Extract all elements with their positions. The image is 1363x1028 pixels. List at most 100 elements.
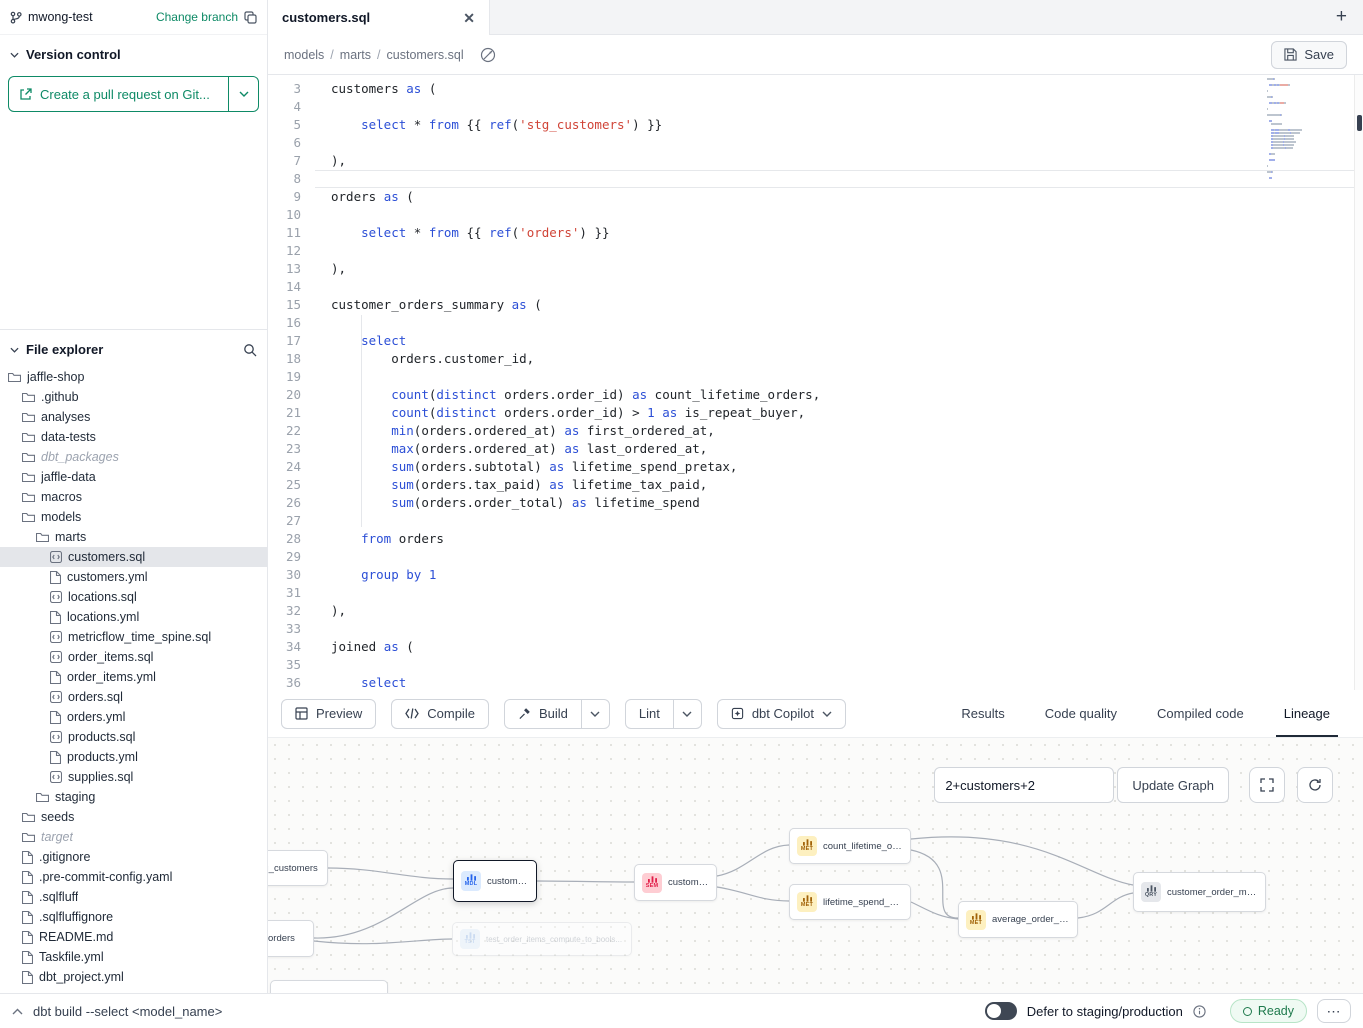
tree-item-Taskfile.yml[interactable]: Taskfile.yml bbox=[0, 947, 267, 967]
tree-item-dbt-packages[interactable]: dbt_packages bbox=[0, 447, 267, 467]
tab-results[interactable]: Results bbox=[941, 690, 1024, 737]
breadcrumb-item-customers.sql[interactable]: customers.sql bbox=[387, 48, 464, 62]
status-badge[interactable]: Ready bbox=[1230, 999, 1307, 1023]
tree-item-analyses[interactable]: analyses bbox=[0, 407, 267, 427]
code-line-29[interactable] bbox=[315, 548, 1363, 566]
more-menu-button[interactable]: ⋯ bbox=[1317, 999, 1351, 1023]
code-line-13[interactable]: ), bbox=[315, 260, 1363, 278]
code-line-9[interactable]: orders as ( bbox=[315, 188, 1363, 206]
tree-item-marts[interactable]: marts bbox=[0, 527, 267, 547]
info-icon[interactable] bbox=[1193, 1005, 1206, 1018]
code-line-21[interactable]: count(distinct orders.order_id) > 1 as i… bbox=[315, 404, 1363, 422]
code-line-3[interactable]: customers as ( bbox=[315, 80, 1363, 98]
lineage-node-lifetime_spend_pretax[interactable]: METlifetime_spend_pretax bbox=[789, 884, 911, 920]
tab-compiled-code[interactable]: Compiled code bbox=[1137, 690, 1264, 737]
tree-item-dbt-project.yml[interactable]: dbt_project.yml bbox=[0, 967, 267, 987]
tree-item-data-tests[interactable]: data-tests bbox=[0, 427, 267, 447]
tree-item-README.md[interactable]: README.md bbox=[0, 927, 267, 947]
build-button[interactable]: Build bbox=[505, 700, 581, 728]
tree-item-metricflow-time-spine.sql[interactable]: metricflow_time_spine.sql bbox=[0, 627, 267, 647]
lineage-node-customers[interactable]: MDLcustomers bbox=[453, 860, 537, 902]
code-line-31[interactable] bbox=[315, 584, 1363, 602]
build-dropdown[interactable] bbox=[581, 700, 609, 728]
lineage-node-orders[interactable]: MDLorders bbox=[268, 920, 314, 957]
code-line-10[interactable] bbox=[315, 206, 1363, 224]
code-line-24[interactable]: sum(orders.subtotal) as lifetime_spend_p… bbox=[315, 458, 1363, 476]
code-line-12[interactable] bbox=[315, 242, 1363, 260]
tree-item-customers.yml[interactable]: customers.yml bbox=[0, 567, 267, 587]
new-tab-button[interactable]: + bbox=[1336, 6, 1347, 28]
tree-item-locations.yml[interactable]: locations.yml bbox=[0, 607, 267, 627]
code-line-34[interactable]: joined as ( bbox=[315, 638, 1363, 656]
lineage-node-customer_order_metrics[interactable]: QRYcustomer_order_metrics bbox=[1133, 872, 1266, 912]
fullscreen-button[interactable] bbox=[1249, 767, 1285, 803]
tree-item-locations.sql[interactable]: locations.sql bbox=[0, 587, 267, 607]
tree-item-supplies.sql[interactable]: supplies.sql bbox=[0, 767, 267, 787]
code-line-16[interactable] bbox=[315, 314, 1363, 332]
tree-item-staging[interactable]: staging bbox=[0, 787, 267, 807]
code-line-35[interactable] bbox=[315, 656, 1363, 674]
code-line-8[interactable] bbox=[315, 170, 1363, 188]
code-line-36[interactable]: select bbox=[315, 674, 1363, 690]
tree-item-order-items.yml[interactable]: order_items.yml bbox=[0, 667, 267, 687]
lineage-node-test_order_items_compute_to_bools[interactable]: TSTtest_order_items_compute_to_bools... bbox=[452, 922, 632, 956]
update-graph-button[interactable]: Update Graph bbox=[1117, 767, 1229, 803]
code-line-28[interactable]: from orders bbox=[315, 530, 1363, 548]
code-line-11[interactable]: select * from {{ ref('orders') }} bbox=[315, 224, 1363, 242]
chevron-up-icon[interactable] bbox=[12, 1008, 23, 1015]
tree-item-.gitignore[interactable]: .gitignore bbox=[0, 847, 267, 867]
code-line-30[interactable]: group by 1 bbox=[315, 566, 1363, 584]
tree-item-.sqlfluff[interactable]: .sqlfluff bbox=[0, 887, 267, 907]
dbt-copilot-button[interactable]: dbt Copilot bbox=[717, 699, 846, 729]
code-line-18[interactable]: orders.customer_id, bbox=[315, 350, 1363, 368]
lint-button[interactable]: Lint bbox=[626, 700, 673, 728]
version-control-header[interactable]: Version control bbox=[0, 35, 267, 70]
breadcrumb-item-marts[interactable]: marts bbox=[340, 48, 371, 62]
code-line-15[interactable]: customer_orders_summary as ( bbox=[315, 296, 1363, 314]
code-editor[interactable]: 3customers as (45 select * from {{ ref('… bbox=[268, 75, 1363, 690]
lineage-node-customers[interactable]: SEMcustomers bbox=[634, 864, 717, 901]
search-icon[interactable] bbox=[243, 343, 257, 357]
tab-lineage[interactable]: Lineage bbox=[1264, 690, 1350, 737]
close-tab-icon[interactable]: ✕ bbox=[463, 11, 475, 25]
code-line-19[interactable] bbox=[315, 368, 1363, 386]
code-line-5[interactable]: select * from {{ ref('stg_customers') }} bbox=[315, 116, 1363, 134]
code-line-25[interactable]: sum(orders.tax_paid) as lifetime_tax_pai… bbox=[315, 476, 1363, 494]
refresh-button[interactable] bbox=[1297, 767, 1333, 803]
copy-branch-icon[interactable] bbox=[244, 11, 257, 24]
tree-item-jaffle-data[interactable]: jaffle-data bbox=[0, 467, 267, 487]
lineage-node-stg_customers[interactable]: MDLstg_customers bbox=[268, 850, 328, 886]
tab-code-quality[interactable]: Code quality bbox=[1025, 690, 1137, 737]
tree-item-macros[interactable]: macros bbox=[0, 487, 267, 507]
create-pr-button[interactable]: Create a pull request on Git... bbox=[8, 76, 259, 112]
tree-item-.github[interactable]: .github bbox=[0, 387, 267, 407]
save-button[interactable]: Save bbox=[1271, 41, 1347, 69]
tab-customers-sql[interactable]: customers.sql ✕ bbox=[268, 0, 490, 35]
tree-item-.sqlfluffignore[interactable]: .sqlfluffignore bbox=[0, 907, 267, 927]
code-line-20[interactable]: count(distinct orders.order_id) as count… bbox=[315, 386, 1363, 404]
tree-item-customers.sql[interactable]: customers.sql bbox=[0, 547, 267, 567]
code-line-17[interactable]: select bbox=[315, 332, 1363, 350]
minimap[interactable] bbox=[1267, 78, 1347, 179]
lineage-node-partial[interactable] bbox=[270, 980, 388, 993]
code-line-14[interactable] bbox=[315, 278, 1363, 296]
code-line-32[interactable]: ), bbox=[315, 602, 1363, 620]
code-line-33[interactable] bbox=[315, 620, 1363, 638]
tree-item-models[interactable]: models bbox=[0, 507, 267, 527]
lineage-node-average_order_value[interactable]: METaverage_order_value bbox=[958, 901, 1078, 938]
command-text[interactable]: dbt build --select <model_name> bbox=[33, 1004, 222, 1019]
compile-button[interactable]: Compile bbox=[391, 699, 489, 729]
preview-button[interactable]: Preview bbox=[281, 699, 376, 729]
code-line-26[interactable]: sum(orders.order_total) as lifetime_spen… bbox=[315, 494, 1363, 512]
tree-item-jaffle-shop[interactable]: jaffle-shop bbox=[0, 367, 267, 387]
tree-item-products.yml[interactable]: products.yml bbox=[0, 747, 267, 767]
editor-scrollbar[interactable] bbox=[1354, 75, 1363, 690]
create-pr-dropdown[interactable] bbox=[228, 77, 258, 111]
change-branch-link[interactable]: Change branch bbox=[156, 10, 238, 24]
tree-item-seeds[interactable]: seeds bbox=[0, 807, 267, 827]
code-line-22[interactable]: min(orders.ordered_at) as first_ordered_… bbox=[315, 422, 1363, 440]
tree-item-products.sql[interactable]: products.sql bbox=[0, 727, 267, 747]
circle-slash-icon[interactable] bbox=[476, 43, 500, 67]
scrollbar-thumb[interactable] bbox=[1357, 115, 1362, 131]
defer-toggle[interactable] bbox=[985, 1002, 1017, 1020]
